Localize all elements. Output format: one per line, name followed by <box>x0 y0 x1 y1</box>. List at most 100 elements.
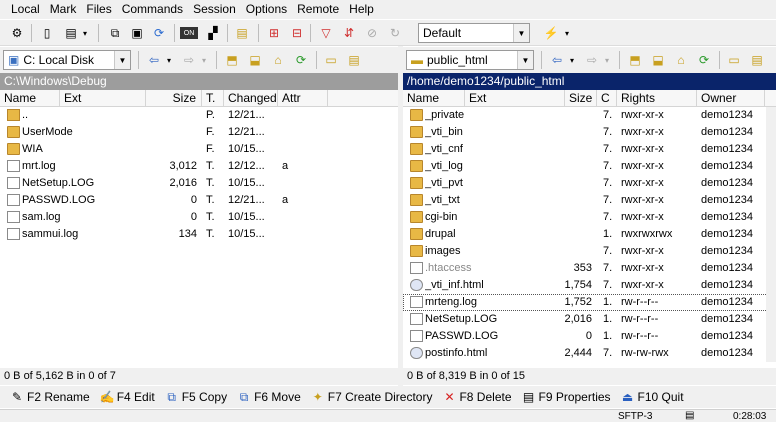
table-row[interactable]: _vti_txt 7. rwxr-xr-x demo1234 <box>403 192 776 209</box>
refresh-sync-icon[interactable]: ⟳ <box>150 24 168 42</box>
properties-button[interactable]: ▤ F9 Properties <box>522 390 611 404</box>
delete-button[interactable]: ✕ F8 Delete <box>442 390 511 404</box>
forward-dropdown-icon[interactable]: ▾ <box>602 51 612 69</box>
refresh-icon[interactable]: ⟳ <box>292 51 310 69</box>
table-row[interactable]: sammui.log 134 T. 10/15... <box>0 226 398 243</box>
remote-scrollbar[interactable] <box>766 107 776 362</box>
table-row[interactable]: mrt.log 3,012 T. 12/12... a <box>0 158 398 175</box>
table-row[interactable]: _vti_bin 7. rwxr-xr-x demo1234 <box>403 124 776 141</box>
parent-directory-icon[interactable]: ⬒ <box>626 51 644 69</box>
local-drive-select[interactable]: ▣ C: Local Disk ▼ <box>3 50 131 70</box>
menu-mark[interactable]: Mark <box>45 0 82 19</box>
edit-button[interactable]: ✍ F4 Edit <box>100 390 155 404</box>
root-directory-icon[interactable]: ⬓ <box>649 51 667 69</box>
table-row[interactable]: NetSetup.LOG 2,016 1. rw-r--r-- demo1234 <box>403 311 776 328</box>
file-name: PASSWD.LOG <box>22 194 96 206</box>
menu-session[interactable]: Session <box>188 0 241 19</box>
file-owner: demo1234 <box>701 347 753 359</box>
file-changed: 10/15... <box>228 228 265 240</box>
file-rights: rwxr-xr-x <box>621 194 664 206</box>
synchronize-icon[interactable]: ▣ <box>128 24 146 42</box>
table-row[interactable]: mrteng.log 1,752 1. rw-r--r-- demo1234 <box>403 294 776 311</box>
putty-icon[interactable]: ▞ <box>204 24 222 42</box>
table-row[interactable]: _vti_cnf 7. rwxr-xr-x demo1234 <box>403 141 776 158</box>
quit-button[interactable]: ⏏ F10 Quit <box>621 390 684 404</box>
column-name[interactable]: Name <box>0 90 60 107</box>
bookmarks-icon[interactable]: ▤ <box>345 51 363 69</box>
column-type[interactable]: T. <box>202 90 224 107</box>
column-rights[interactable]: Rights <box>617 90 697 107</box>
remote-status: 0 B of 8,319 B in 0 of 15 <box>403 368 776 385</box>
menu-commands[interactable]: Commands <box>117 0 188 19</box>
back-arrow-icon[interactable]: ⇦ <box>145 51 163 69</box>
table-row[interactable]: _private 7. rwxr-xr-x demo1234 <box>403 107 776 124</box>
file-changed: 7. <box>603 245 613 257</box>
column-changed[interactable]: C <box>597 90 617 107</box>
queue-icon[interactable]: ▤ <box>62 24 80 42</box>
root-directory-icon[interactable]: ⬓ <box>246 51 264 69</box>
table-row[interactable]: _vti_inf.html 1,754 7. rwxr-xr-x demo1234 <box>403 277 776 294</box>
parent-directory-icon[interactable]: ⬒ <box>223 51 241 69</box>
table-row[interactable]: _vti_pvt 7. rwxr-xr-x demo1234 <box>403 175 776 192</box>
refresh-icon[interactable]: ⟳ <box>695 51 713 69</box>
column-ext[interactable]: Ext <box>465 90 565 107</box>
filter-icon[interactable]: ▽ <box>317 24 335 42</box>
open-directory-icon[interactable]: ▤ <box>233 24 251 42</box>
back-arrow-icon[interactable]: ⇦ <box>548 51 566 69</box>
column-ext[interactable]: Ext <box>60 90 146 107</box>
home-directory-icon[interactable]: ⌂ <box>672 51 690 69</box>
forward-arrow-icon[interactable]: ⇨ <box>583 51 601 69</box>
column-size[interactable]: Size <box>146 90 202 107</box>
back-dropdown-icon[interactable]: ▾ <box>164 51 174 69</box>
transfer-settings-select[interactable]: Default ▼ <box>418 23 530 43</box>
sync-browse-icon[interactable]: ▯ <box>38 24 56 42</box>
menu-files[interactable]: Files <box>81 0 116 19</box>
file-icon <box>410 313 423 325</box>
table-row[interactable]: _vti_log 7. rwxr-xr-x demo1234 <box>403 158 776 175</box>
table-row[interactable]: WIA F. 10/15... <box>0 141 398 158</box>
remote-folder-select[interactable]: ▬ public_html ▼ <box>406 50 534 70</box>
lightning-transfer-icon[interactable]: ⚡ <box>542 24 560 42</box>
column-size[interactable]: Size <box>565 90 597 107</box>
forward-dropdown-icon[interactable]: ▾ <box>199 51 209 69</box>
preferences-gear-icon[interactable]: ⚙ <box>8 24 26 42</box>
table-row[interactable]: postinfo.html 2,444 7. rw-rw-rwx demo1234 <box>403 345 776 362</box>
refresh-disabled-icon[interactable]: ↻ <box>386 24 404 42</box>
table-row[interactable]: .htaccess 353 7. rwxr-xr-x demo1234 <box>403 260 776 277</box>
queue-dropdown-icon[interactable]: ▾ <box>80 24 90 42</box>
table-row[interactable]: sam.log 0 T. 10/15... <box>0 209 398 226</box>
invert-selection-icon[interactable]: ⇵ <box>340 24 358 42</box>
column-changed[interactable]: Changed <box>224 90 278 107</box>
menu-remote[interactable]: Remote <box>292 0 344 19</box>
rename-button[interactable]: ✎ F2 Rename <box>10 390 90 404</box>
column-attr[interactable]: Attr <box>278 90 328 107</box>
terminal-icon[interactable]: ON <box>180 27 198 39</box>
bookmarks-icon[interactable]: ▤ <box>748 51 766 69</box>
open-folder-icon[interactable]: ▭ <box>322 51 340 69</box>
table-row[interactable]: PASSWD.LOG 0 T. 12/21... a <box>0 192 398 209</box>
forward-arrow-icon[interactable]: ⇨ <box>180 51 198 69</box>
column-owner[interactable]: Owner <box>697 90 765 107</box>
clear-selection-icon[interactable]: ⊘ <box>363 24 381 42</box>
home-directory-icon[interactable]: ⌂ <box>269 51 287 69</box>
menu-help[interactable]: Help <box>344 0 379 19</box>
back-dropdown-icon[interactable]: ▾ <box>567 51 577 69</box>
table-row[interactable]: PASSWD.LOG 0 1. rw-r--r-- demo1234 <box>403 328 776 345</box>
table-row[interactable]: images 7. rwxr-xr-x demo1234 <box>403 243 776 260</box>
table-row[interactable]: drupal 1. rwxrwxrwx demo1234 <box>403 226 776 243</box>
move-button[interactable]: ⧉ F6 Move <box>237 390 301 404</box>
copy-button[interactable]: ⧉ F5 Copy <box>165 390 227 404</box>
menu-local[interactable]: Local <box>6 0 45 19</box>
unselect-files-minus-icon[interactable]: ⊟ <box>288 24 306 42</box>
create-directory-button[interactable]: ✦ F7 Create Directory <box>311 390 433 404</box>
table-row[interactable]: UserMode F. 12/21... <box>0 124 398 141</box>
compare-directories-icon[interactable]: ⧉ <box>106 24 124 42</box>
table-row[interactable]: NetSetup.LOG 2,016 T. 10/15... <box>0 175 398 192</box>
open-folder-icon[interactable]: ▭ <box>725 51 743 69</box>
table-row[interactable]: .. P. 12/21... <box>0 107 398 124</box>
column-name[interactable]: Name <box>403 90 465 107</box>
transfer-dropdown-icon[interactable]: ▾ <box>562 24 572 42</box>
table-row[interactable]: cgi-bin 7. rwxr-xr-x demo1234 <box>403 209 776 226</box>
select-files-plus-icon[interactable]: ⊞ <box>265 24 283 42</box>
menu-options[interactable]: Options <box>241 0 292 19</box>
